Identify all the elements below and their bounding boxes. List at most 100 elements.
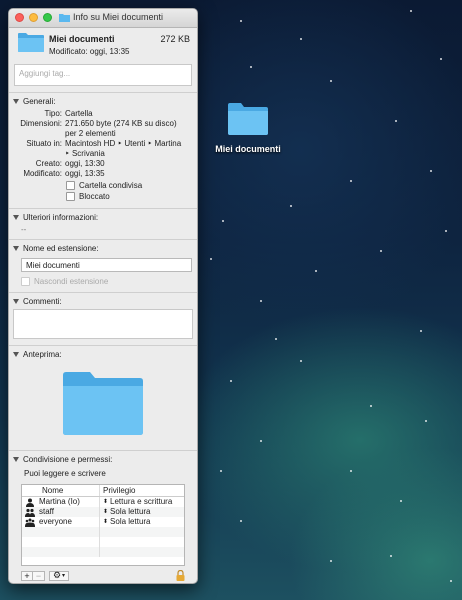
lock-icon[interactable] bbox=[176, 570, 185, 581]
permission-privilege: Lettura e scrittura bbox=[110, 497, 173, 506]
col-privilege-header[interactable]: Privilegio bbox=[99, 485, 184, 496]
disclosure-triangle-icon[interactable] bbox=[13, 99, 19, 104]
star-decoration bbox=[445, 230, 447, 232]
general-info-key: Tipo: bbox=[44, 109, 63, 118]
permission-name-cell: Martina (Io) bbox=[22, 497, 99, 507]
checkbox-icon[interactable] bbox=[66, 181, 75, 190]
general-info-key bbox=[9, 149, 65, 159]
star-decoration bbox=[380, 250, 382, 252]
general-info-value: ‣ Scrivania bbox=[65, 149, 105, 158]
section-name-extension-header[interactable]: Nome ed estensione: bbox=[9, 240, 197, 256]
empty-cell bbox=[22, 547, 99, 557]
section-comments-header[interactable]: Commenti: bbox=[9, 293, 197, 309]
star-decoration bbox=[290, 205, 292, 207]
star-decoration bbox=[420, 330, 422, 332]
star-decoration bbox=[440, 58, 442, 60]
updown-arrows-icon: ⬍ bbox=[103, 519, 109, 525]
checkbox-icon[interactable] bbox=[66, 192, 75, 201]
section-more-info: Ulteriori informazioni: -- bbox=[9, 208, 197, 239]
disclosure-triangle-icon[interactable] bbox=[13, 215, 19, 220]
general-info-key: Situato in: bbox=[26, 139, 62, 148]
disclosure-triangle-icon[interactable] bbox=[13, 246, 19, 251]
permissions-toolbar: + − ⚙︎ ▾ bbox=[21, 570, 185, 581]
desktop-folder-item[interactable]: Miei documenti bbox=[210, 100, 286, 154]
star-decoration bbox=[250, 66, 252, 68]
tags-field[interactable]: Aggiungi tag... bbox=[14, 64, 192, 86]
section-sharing-header[interactable]: Condivisione e permessi: bbox=[9, 451, 197, 467]
checkbox-icon[interactable] bbox=[21, 277, 30, 286]
section-general-header[interactable]: Generali: bbox=[9, 93, 197, 109]
empty-cell bbox=[22, 527, 99, 537]
permission-row[interactable]: everyone ⬍ Sola lettura bbox=[22, 517, 184, 527]
permission-name: staff bbox=[39, 507, 54, 516]
section-preview-header[interactable]: Anteprima: bbox=[9, 346, 197, 362]
name-field[interactable]: Miei documenti bbox=[21, 258, 192, 272]
star-decoration bbox=[222, 220, 224, 222]
zoom-button[interactable] bbox=[43, 13, 52, 22]
folder-icon bbox=[59, 14, 70, 22]
general-info-row: ‣ Scrivania bbox=[9, 149, 197, 159]
col-name-header[interactable]: Nome bbox=[22, 485, 99, 496]
permission-name: Martina (Io) bbox=[39, 497, 80, 506]
disclosure-triangle-icon[interactable] bbox=[13, 299, 19, 304]
window-title: Info su Miei documenti bbox=[59, 12, 163, 22]
comments-textarea[interactable] bbox=[13, 309, 193, 339]
general-info-row: Creato: oggi, 13:30 bbox=[9, 159, 197, 169]
permission-row[interactable]: staff ⬍ Sola lettura bbox=[22, 507, 184, 517]
empty-cell bbox=[99, 527, 184, 537]
permission-privilege-popup[interactable]: ⬍ Lettura e scrittura bbox=[99, 497, 184, 507]
star-decoration bbox=[210, 258, 212, 260]
item-modified: Modificato: oggi, 13:35 bbox=[49, 47, 130, 56]
permission-row[interactable]: Martina (Io) ⬍ Lettura e scrittura bbox=[22, 497, 184, 507]
star-decoration bbox=[450, 580, 452, 582]
remove-user-button[interactable]: − bbox=[33, 570, 45, 581]
chevron-down-icon: ▾ bbox=[62, 573, 66, 579]
action-menu-button[interactable]: ⚙︎ ▾ bbox=[49, 570, 69, 581]
empty-row bbox=[22, 537, 184, 547]
minimize-button[interactable] bbox=[29, 13, 38, 22]
section-name-extension: Nome ed estensione: Miei documenti Nasco… bbox=[9, 239, 197, 287]
locked-checkbox[interactable]: Bloccato bbox=[66, 191, 197, 202]
star-decoration bbox=[395, 120, 397, 122]
general-info-value: Cartella bbox=[65, 109, 93, 118]
close-button[interactable] bbox=[15, 13, 24, 22]
star-decoration bbox=[260, 300, 262, 302]
general-info-value: Macintosh HD ‣ Utenti ‣ Martina bbox=[65, 139, 182, 148]
general-info-list: Tipo: Cartella Dimensioni: 271.650 byte (27… bbox=[9, 109, 197, 179]
permissions-table-header: Nome Privilegio bbox=[22, 485, 184, 497]
star-decoration bbox=[240, 20, 242, 22]
permission-name: everyone bbox=[39, 517, 72, 526]
star-decoration bbox=[390, 555, 392, 557]
general-info-key: Creato: bbox=[35, 159, 62, 168]
general-info-value: per 2 elementi bbox=[65, 129, 116, 138]
everyone-icon bbox=[25, 518, 35, 527]
disclosure-triangle-icon[interactable] bbox=[13, 352, 19, 357]
permission-privilege-popup[interactable]: ⬍ Sola lettura bbox=[99, 517, 184, 527]
permission-privilege-popup[interactable]: ⬍ Sola lettura bbox=[99, 507, 184, 517]
general-info-row: Modificato: oggi, 13:35 bbox=[9, 169, 197, 179]
updown-arrows-icon: ⬍ bbox=[103, 509, 109, 515]
star-decoration bbox=[300, 38, 302, 40]
disclosure-triangle-icon[interactable] bbox=[13, 457, 19, 462]
hide-extension-checkbox[interactable]: Nascondi estensione bbox=[21, 276, 197, 287]
star-decoration bbox=[370, 405, 372, 407]
general-info-value: 271.650 byte (274 KB su disco) bbox=[65, 119, 177, 128]
star-decoration bbox=[350, 470, 352, 472]
general-info-key bbox=[9, 129, 65, 139]
section-general: Generali: Tipo: Cartella Dimensioni: 271.65… bbox=[9, 92, 197, 208]
title-bar[interactable]: Info su Miei documenti bbox=[9, 9, 197, 28]
updown-arrows-icon: ⬍ bbox=[103, 499, 109, 505]
star-decoration bbox=[425, 420, 427, 422]
section-more-info-header[interactable]: Ulteriori informazioni: bbox=[9, 209, 197, 225]
shared-folder-checkbox[interactable]: Cartella condivisa bbox=[66, 180, 197, 191]
star-decoration bbox=[240, 520, 242, 522]
add-user-button[interactable]: + bbox=[21, 570, 33, 581]
star-decoration bbox=[410, 10, 412, 12]
user-icon bbox=[25, 498, 35, 507]
general-info-value: oggi, 13:30 bbox=[65, 159, 105, 168]
section-comments: Commenti: bbox=[9, 292, 197, 345]
general-info-key: Dimensioni: bbox=[20, 119, 62, 128]
permission-name-cell: everyone bbox=[22, 517, 99, 527]
empty-row bbox=[22, 527, 184, 537]
permissions-table: Nome Privilegio Martina (Io) ⬍ Lettura e s… bbox=[21, 484, 185, 566]
